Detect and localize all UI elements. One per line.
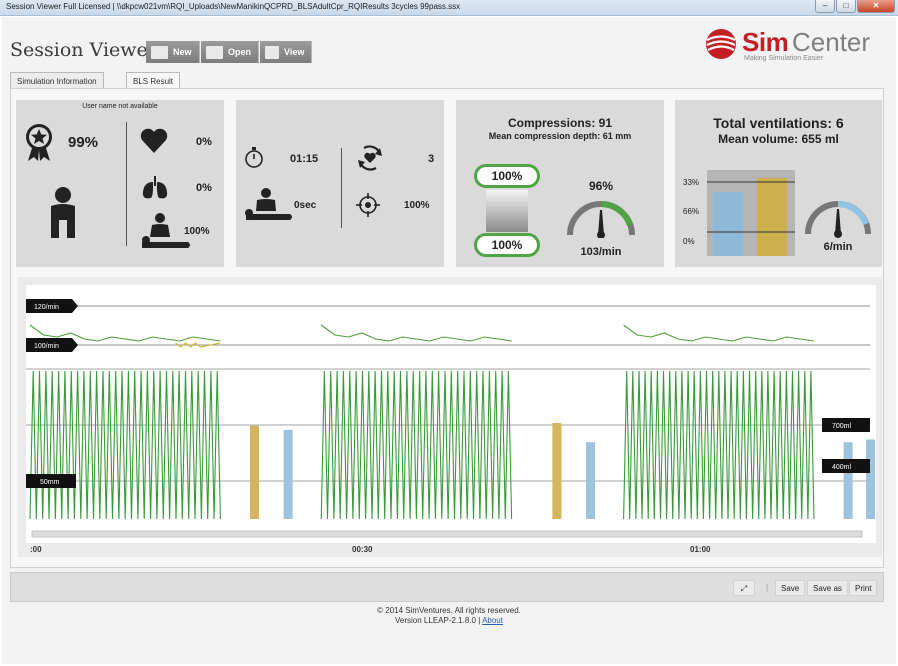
ventilations-title: Total ventilations: 6: [675, 115, 882, 131]
panel-divider: [126, 122, 127, 246]
save-button[interactable]: Save: [775, 580, 805, 596]
compression-rate: 103/min: [564, 246, 638, 258]
summary-panel: User name not available 99% 0% 0%: [16, 100, 224, 267]
tab-bls-result[interactable]: BLS Result: [126, 72, 180, 89]
lungs-icon: [141, 176, 169, 200]
title-bar[interactable]: Session Viewer Full Licensed | \\dkpcw02…: [0, 0, 898, 16]
maximize-icon[interactable]: □: [836, 0, 856, 13]
vent-bar-gold: [757, 178, 787, 256]
simcenter-logo-icon: [704, 27, 738, 61]
target-value: 100%: [404, 200, 430, 211]
toolbar-separator: |: [766, 583, 768, 592]
print-button[interactable]: Print: [849, 580, 877, 596]
ventilation-bar-6: [866, 440, 875, 520]
person-icon: [48, 186, 78, 238]
vent-level-1: 33%: [683, 178, 699, 187]
compressions-subtitle: Mean compression depth: 61 mm: [456, 131, 664, 141]
cpr-pct: 100%: [184, 226, 210, 237]
timeline-chart: 120/min 100/min 50mm 700ml 400ml :00 00:…: [18, 277, 882, 557]
new-button-label: New: [173, 47, 192, 57]
bottom-toolbar: ⤢ | Save Save as Print: [10, 572, 884, 602]
rate-gauge-pct: 96%: [564, 179, 638, 193]
rate-marker-120: 120/min: [26, 299, 78, 313]
target-icon: [356, 193, 380, 217]
compressions-panel: Compressions: 91 Mean compression depth:…: [456, 100, 664, 267]
rate-marker-100: 100/min: [26, 338, 78, 352]
timing-panel: 01:15 3 0sec 100%: [236, 100, 444, 267]
x-tick-0: :00: [30, 545, 42, 554]
logo-sim: Sim: [742, 27, 788, 58]
rate-marker-120-label: 120/min: [34, 304, 59, 311]
ventilations-subtitle: Mean volume: 655 ml: [675, 132, 882, 146]
copyright-text: © 2014 SimVentures. All rights reserved.: [0, 606, 898, 615]
vent-level-2: 66%: [683, 207, 699, 216]
airway-pct: 0%: [196, 182, 212, 194]
depth-gradient-bar: [486, 190, 528, 232]
ventilation-rate-gauge: [803, 198, 873, 238]
hands-off-icon: [242, 187, 296, 223]
compressions-title: Compressions: 91: [456, 116, 664, 130]
rate-marker-100-label: 100/min: [34, 343, 59, 350]
ventilation-bar-5: [844, 442, 853, 519]
new-icon: [151, 46, 168, 59]
app-title: Session Viewer: [10, 39, 157, 61]
overall-score: 99%: [68, 134, 98, 151]
new-button[interactable]: New: [146, 41, 200, 63]
award-icon: [24, 122, 54, 162]
ventilations-panel: Total ventilations: 6 Mean volume: 655 m…: [675, 100, 882, 267]
x-tick-60: 01:00: [690, 545, 711, 554]
cycles-icon: [356, 144, 384, 172]
fullscreen-icon[interactable]: ⤢: [733, 580, 755, 596]
minimize-icon[interactable]: –: [815, 0, 835, 13]
cycles-value: 3: [428, 153, 434, 165]
vent-bar-blue: [713, 192, 743, 256]
timeline-scrollbar: [32, 531, 862, 537]
version-line: Version LLEAP-2.1.8.0 | About: [0, 616, 898, 625]
x-tick-30: 00:30: [352, 545, 373, 554]
ventilation-bar-2: [284, 430, 293, 519]
stopwatch-icon: [244, 146, 264, 168]
ventilation-bar-1: [250, 426, 259, 519]
ventilation-rate: 6/min: [803, 241, 873, 253]
logo-center: Center: [792, 27, 870, 58]
simcenter-logo: Sim Center Making Simulation Easier: [704, 25, 884, 65]
folder-icon: [206, 46, 223, 59]
depth-marker-label: 50mm: [40, 479, 60, 486]
user-name-note: User name not available: [16, 103, 224, 110]
save-as-button[interactable]: Save as: [807, 580, 848, 596]
tab-simulation-information[interactable]: Simulation Information: [10, 72, 104, 89]
depth-lower-pct: 100%: [474, 233, 540, 257]
open-button-label: Open: [228, 47, 251, 57]
volume-marker-400: 400ml: [822, 459, 870, 473]
depth-upper-pct: 100%: [474, 164, 540, 188]
volume-marker-400-label: 400ml: [832, 464, 852, 471]
rate-gauge: [564, 198, 638, 238]
circulation-pct: 0%: [196, 136, 212, 148]
about-link[interactable]: About: [482, 616, 503, 625]
session-timeline: 120/min 100/min 50mm 700ml 400ml :00 00:…: [18, 277, 882, 557]
duration-value: 01:15: [290, 153, 318, 165]
window-title: Session Viewer Full Licensed | \\dkpcw02…: [6, 2, 460, 11]
close-icon[interactable]: ✕: [857, 0, 895, 13]
view-button-label: View: [284, 47, 304, 57]
ventilation-volume-chart: [707, 170, 795, 256]
timing-divider: [341, 148, 342, 228]
logo-tagline: Making Simulation Easier: [744, 55, 823, 62]
heart-icon: [140, 128, 168, 154]
open-button[interactable]: Open: [201, 41, 259, 63]
volume-marker-700-label: 700ml: [832, 423, 852, 430]
ventilation-bar-4: [586, 442, 595, 519]
volume-marker-700: 700ml: [822, 418, 870, 432]
view-button[interactable]: View: [260, 41, 312, 63]
depth-marker: 50mm: [26, 474, 76, 488]
ventilation-bar-3: [552, 423, 561, 519]
session-viewer-window: Session Viewer Full Licensed | \\dkpcw02…: [0, 0, 898, 666]
play-icon: [265, 46, 279, 59]
version-text: Version LLEAP-2.1.8.0: [395, 616, 476, 625]
vent-level-3: 0%: [683, 237, 695, 246]
version-separator: |: [478, 616, 480, 625]
hands-off-value: 0sec: [294, 200, 316, 211]
